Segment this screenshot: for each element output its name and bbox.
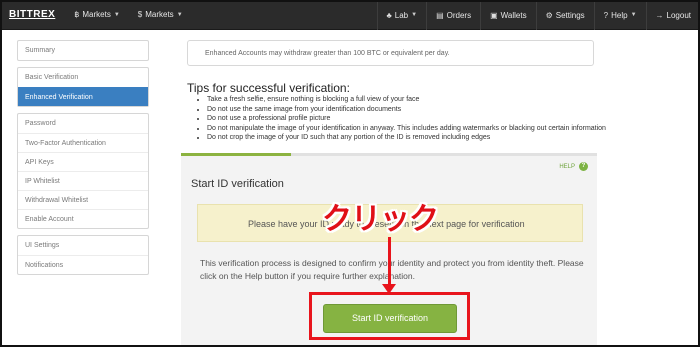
sidebar-item-notifications[interactable]: Notifications [18,255,148,274]
sidebar-item-summary[interactable]: Summary [18,41,148,60]
sidebar-item-ip-whitelist[interactable]: IP Whitelist [18,171,148,190]
nav-settings[interactable]: ⚙ Settings [535,0,594,30]
nav-help[interactable]: ? Help ▼ [593,0,646,30]
sidebar-item-enable-account[interactable]: Enable Account [18,209,148,228]
sidebar-item-password[interactable]: Password [18,114,148,133]
logout-icon: → [655,10,664,20]
nav-markets-usd-label: Markets [145,10,174,19]
chevron-down-icon: ▼ [113,11,120,18]
tip-item: Do not use the same image from your iden… [207,105,606,115]
dollar-icon: $ [137,10,143,19]
nav-wallets-label: Wallets [500,10,527,20]
annotation-arrow-shaft [388,237,391,287]
help-link[interactable]: HELP ? [559,162,588,171]
sidebar-item-withdrawal-whitelist[interactable]: Withdrawal Whitelist [18,190,148,209]
nav-orders-label: Orders [446,10,472,20]
sidebar-item-ui-settings[interactable]: UI Settings [18,236,148,255]
settings-sidebar: Summary Basic Verification Enhanced Veri… [17,40,149,281]
nav-markets-btc[interactable]: ฿ Markets ▼ [65,0,129,30]
nav-wallets[interactable]: ▣ Wallets [480,0,536,30]
withdrawal-limit-notice: Enhanced Accounts may withdraw greater t… [187,40,594,66]
sidebar-item-two-factor[interactable]: Two-Factor Authentication [18,133,148,152]
nav-markets-usd[interactable]: $ Markets ▼ [129,0,192,30]
sidebar-item-basic-verification[interactable]: Basic Verification [18,68,148,87]
tips-heading: Tips for successful verification: [187,81,350,95]
tip-item: Do not use a professional profile pictur… [207,114,606,124]
arrow-down-icon [382,284,396,294]
gear-icon: ⚙ [545,10,553,20]
tips-list: Take a fresh selfie, ensure nothing is b… [199,95,606,143]
orders-icon: ▤ [436,10,444,20]
wallet-icon: ▣ [490,10,498,20]
bitcoin-icon: ฿ [74,10,80,19]
sidebar-group-ui: UI Settings Notifications [17,235,149,275]
tip-item: Take a fresh selfie, ensure nothing is b… [207,95,606,105]
nav-lab-label: Lab [394,10,409,20]
start-id-verification-button[interactable]: Start ID verification [323,304,457,333]
nav-settings-label: Settings [555,10,585,20]
help-label: HELP [559,163,575,170]
nav-logout-label: Logout [666,10,691,20]
sidebar-item-enhanced-verification[interactable]: Enhanced Verification [18,87,148,106]
nav-orders[interactable]: ▤ Orders [426,0,480,30]
help-icon: ? [603,10,609,20]
nav-help-label: Help [611,10,628,20]
brand-logo[interactable]: BITTREX [9,9,55,20]
chevron-down-icon: ▼ [411,12,418,18]
tip-item: Do not crop the image of your ID such th… [207,133,606,143]
sidebar-item-api-keys[interactable]: API Keys [18,152,148,171]
nav-lab[interactable]: ♣ Lab ▼ [376,0,427,30]
tip-item: Do not manipulate the image of your iden… [207,124,606,134]
chevron-down-icon: ▼ [176,11,183,18]
click-annotation-text: クリック [322,203,439,236]
nav-markets-btc-label: Markets [82,10,111,19]
question-icon: ? [579,162,588,171]
nav-logout[interactable]: → Logout [645,0,700,30]
verification-description: This verification process is designed to… [200,258,584,281]
sidebar-group-verification: Basic Verification Enhanced Verification [17,67,149,107]
sidebar-group-security: Password Two-Factor Authentication API K… [17,113,149,229]
top-navbar: BITTREX ฿ Markets ▼ $ Markets ▼ ♣ Lab ▼ … [0,0,700,30]
flask-icon: ♣ [386,10,392,20]
sidebar-group-summary: Summary [17,40,149,61]
chevron-down-icon: ▼ [630,12,637,18]
panel-title: Start ID verification [191,178,284,190]
